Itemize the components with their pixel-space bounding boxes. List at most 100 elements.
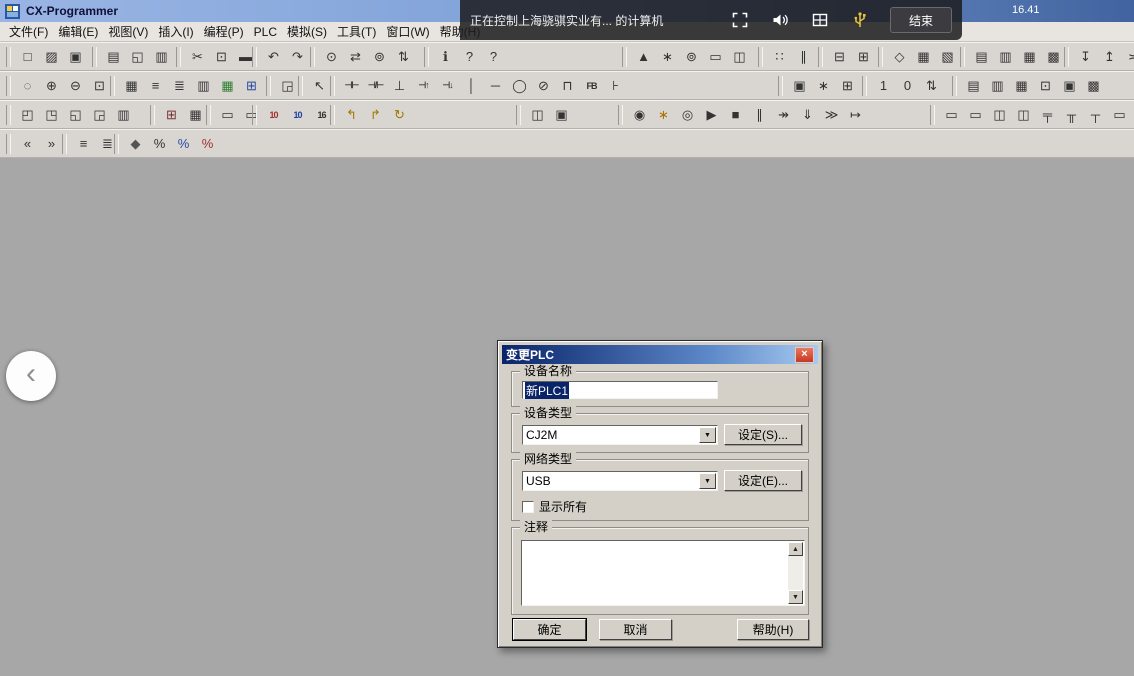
view-symbols-icon[interactable]: ◱ — [64, 103, 87, 126]
display-hex-icon[interactable]: ▤ — [962, 74, 985, 97]
data-area-icon[interactable]: ▦ — [216, 74, 239, 97]
plc-settings-icon[interactable]: ▥ — [994, 45, 1017, 68]
zoom-100-icon[interactable]: % — [148, 132, 171, 155]
jump-to-end-icon[interactable]: ↦ — [844, 103, 867, 126]
falling-contact-icon[interactable]: ⊣↓ — [436, 74, 459, 97]
pause-monitoring-icon[interactable]: ∥ — [792, 45, 815, 68]
display-format-4-icon[interactable]: ◫ — [1012, 103, 1035, 126]
column-layout-icon[interactable]: ╤ — [1036, 103, 1059, 126]
comment-scrollbar[interactable]: ▲ ▼ — [788, 542, 803, 604]
grid-toggle-icon[interactable]: ▦ — [120, 74, 143, 97]
navigate-back-icon[interactable]: ↰ — [340, 103, 363, 126]
plc-memory-icon[interactable]: ▩ — [1042, 45, 1065, 68]
monitor-mode-icon[interactable]: ◎ — [676, 103, 699, 126]
context-help-icon[interactable]: ? — [482, 45, 505, 68]
new-closed-coil-icon[interactable]: ⊘ — [532, 74, 555, 97]
print-icon[interactable]: ▤ — [102, 45, 125, 68]
new-view-icon[interactable]: ◲ — [276, 74, 299, 97]
display-format-2-icon[interactable]: ▭ — [964, 103, 987, 126]
save-icon[interactable]: ▣ — [64, 45, 87, 68]
new-file-icon[interactable]: □ — [16, 45, 39, 68]
row-layout-icon[interactable]: ╥ — [1060, 103, 1083, 126]
force-on-icon[interactable]: 1 — [872, 74, 895, 97]
help-icon[interactable]: ? — [458, 45, 481, 68]
symbol-table-icon[interactable]: ◇ — [888, 45, 911, 68]
force-off-icon[interactable]: 0 — [896, 74, 919, 97]
cross-reference-icon[interactable]: ⊟ — [828, 45, 851, 68]
zoom-in-icon[interactable]: ⊕ — [40, 74, 63, 97]
cell-layout-icon[interactable]: ▭ — [1108, 103, 1131, 126]
zoom-tool-icon[interactable]: ◌ — [16, 74, 39, 97]
network-type-settings-button[interactable]: 设定(E)... — [724, 470, 802, 491]
monitor-decimal-icon[interactable]: 10 — [286, 103, 309, 126]
app-icon[interactable] — [5, 4, 20, 19]
display-word-icon[interactable]: ⊡ — [1034, 74, 1057, 97]
display-binary-icon[interactable]: ▦ — [1010, 74, 1033, 97]
view-ladder-icon[interactable]: ◰ — [16, 103, 39, 126]
simulator-settings-icon[interactable]: ▣ — [550, 103, 573, 126]
watch-grid-icon[interactable]: ▦ — [184, 103, 207, 126]
speaker-icon[interactable] — [770, 10, 790, 30]
watch-window-icon[interactable]: ∷ — [768, 45, 791, 68]
display-format-1-icon[interactable]: ▭ — [940, 103, 963, 126]
zoom-fit-icon[interactable]: ⊡ — [88, 74, 111, 97]
refresh-view-icon[interactable]: ↻ — [388, 103, 411, 126]
undo-icon[interactable]: ↶ — [262, 45, 285, 68]
table-layout-icon[interactable]: ┬ — [1084, 103, 1107, 126]
fb-parameter-icon[interactable]: ⊦ — [604, 74, 627, 97]
view-mnemonic-icon[interactable]: ◳ — [40, 103, 63, 126]
run-icon[interactable]: ▶ — [700, 103, 723, 126]
redo-icon[interactable]: ↷ — [286, 45, 309, 68]
dialog-title-bar[interactable]: 变更PLC × — [502, 345, 818, 364]
goto-rung-icon[interactable]: ⇅ — [392, 45, 415, 68]
about-icon[interactable]: ℹ — [434, 45, 457, 68]
help-button[interactable]: 帮助(H) — [737, 619, 809, 640]
fullscreen-icon[interactable] — [730, 10, 750, 30]
ok-button[interactable]: 确定 — [513, 619, 586, 640]
print-preview-icon[interactable]: ◱ — [126, 45, 149, 68]
scroll-down-icon[interactable]: ▼ — [788, 590, 803, 604]
menu-program[interactable]: 编程(P) — [199, 21, 249, 42]
transfer-download-icon[interactable]: ↧ — [1074, 45, 1097, 68]
selection-tool-icon[interactable]: ↖ — [308, 74, 331, 97]
chevron-down-icon[interactable]: ▼ — [699, 473, 716, 489]
horizontal-line-icon[interactable]: ─ — [484, 74, 507, 97]
rung-wrap-icon[interactable]: ≡ — [144, 74, 167, 97]
new-instruction-icon[interactable]: ⊓ — [556, 74, 579, 97]
device-name-input[interactable]: 新PLC1 — [522, 381, 718, 399]
cancel-button[interactable]: 取消 — [599, 619, 672, 640]
view-properties-icon[interactable]: ▥ — [112, 103, 135, 126]
usb-connection-icon[interactable] — [850, 10, 870, 30]
fast-run-icon[interactable]: ≫ — [820, 103, 843, 126]
menu-simulation[interactable]: 模拟(S) — [282, 21, 332, 42]
compare-program-icon[interactable]: ≍ — [1122, 45, 1134, 68]
simulator-window-icon[interactable]: ◫ — [526, 103, 549, 126]
display-text-icon[interactable]: ▣ — [1058, 74, 1081, 97]
zoom-down-icon[interactable]: % — [196, 132, 219, 155]
output-window-icon[interactable]: ▭ — [216, 103, 239, 126]
new-closed-contact-icon[interactable]: ⊣/⊢ — [364, 74, 387, 97]
navigate-forward-icon[interactable]: ↱ — [364, 103, 387, 126]
local-symbols-icon[interactable]: ▦ — [912, 45, 935, 68]
download-to-plc-icon[interactable]: ⇓ — [796, 103, 819, 126]
device-type-settings-button[interactable]: 设定(S)... — [724, 424, 802, 445]
rung-numbers-icon[interactable]: ≣ — [168, 74, 191, 97]
chevron-down-icon[interactable]: ▼ — [699, 427, 716, 443]
online-edit-icon[interactable]: ∗ — [812, 74, 835, 97]
new-function-block-icon[interactable]: FB — [580, 74, 603, 97]
pause-icon[interactable]: ∥ — [748, 103, 771, 126]
menu-file[interactable]: 文件(F) — [4, 21, 53, 42]
show-all-checkbox[interactable] — [522, 501, 534, 513]
vertical-line-icon[interactable]: │ — [460, 74, 483, 97]
watch-sheet-icon[interactable]: ⊞ — [160, 103, 183, 126]
copy-icon[interactable]: ⊡ — [210, 45, 233, 68]
menu-window[interactable]: 窗口(W) — [381, 21, 434, 42]
menu-plc[interactable]: PLC — [249, 23, 282, 41]
auto-online-icon[interactable]: ∗ — [652, 103, 675, 126]
program-section-icon[interactable]: ▣ — [788, 74, 811, 97]
symbol-bar-icon[interactable]: ▥ — [192, 74, 215, 97]
new-contact-icon[interactable]: ⊣⊢ — [340, 74, 363, 97]
find-references-icon[interactable]: ⊚ — [368, 45, 391, 68]
send-changes-icon[interactable]: ⊞ — [836, 74, 859, 97]
zoom-out-icon[interactable]: ⊖ — [64, 74, 87, 97]
